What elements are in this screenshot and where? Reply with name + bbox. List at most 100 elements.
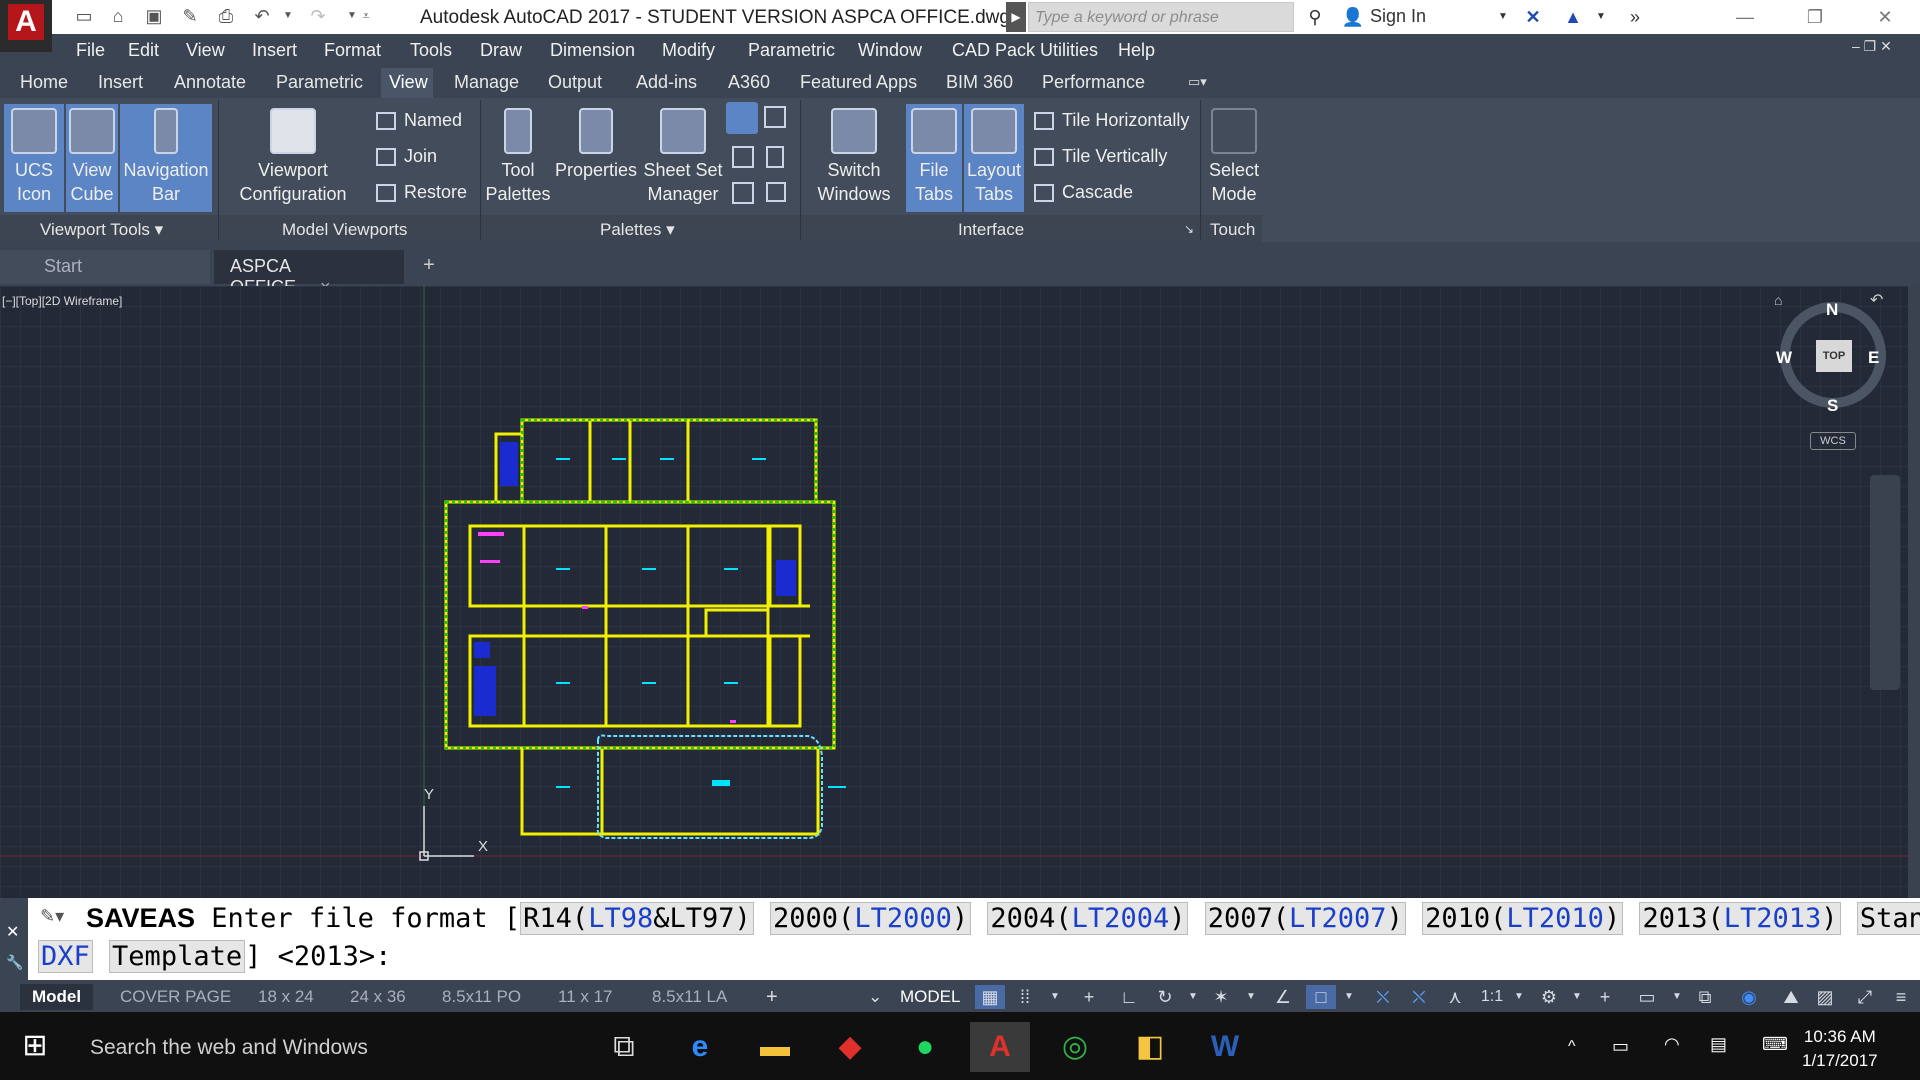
properties-button[interactable]: Properties (554, 104, 638, 212)
add-layout-icon[interactable]: + (754, 984, 790, 1010)
cascade-button[interactable]: Cascade (1034, 178, 1133, 206)
model-space-toggle[interactable]: MODEL (896, 984, 964, 1010)
workspace-gear-icon[interactable]: ⚙ (1534, 985, 1564, 1009)
vertical-scrollbar[interactable] (1908, 286, 1920, 898)
menu-dimension[interactable]: Dimension (550, 40, 635, 61)
file-tab-aspca-office[interactable]: ASPCA OFFICE× (214, 250, 404, 297)
viewcube-top-face[interactable]: TOP (1816, 340, 1852, 372)
user-icon[interactable]: 👤 (1340, 5, 1366, 29)
menu-help[interactable]: Help (1118, 40, 1155, 61)
layout-tab-24x36[interactable]: 24 x 36 (338, 984, 418, 1010)
binoculars-icon[interactable]: ⚲ (1302, 5, 1328, 29)
compass-north[interactable]: N (1826, 300, 1838, 320)
isodraft-icon[interactable]: ✶ (1206, 985, 1236, 1009)
application-menu-button[interactable]: A (0, 0, 52, 52)
menu-parametric[interactable]: Parametric (748, 40, 835, 61)
battery-icon[interactable]: ▭ (1612, 1036, 1629, 1057)
task-view-icon[interactable]: ⧉ (594, 1022, 654, 1072)
customize-command-line-icon[interactable]: 🔧 (6, 954, 23, 971)
auto-scale-icon[interactable]: ⛌ (1404, 985, 1434, 1009)
navigation-bar[interactable] (1870, 475, 1900, 690)
isolate-objects-icon[interactable]: ◉ (1734, 985, 1764, 1009)
tab-output[interactable]: Output (548, 72, 602, 93)
tab-add-ins[interactable]: Add-ins (636, 72, 697, 93)
a360-dropdown-icon[interactable]: ▼ (1588, 5, 1614, 29)
spotify-icon[interactable]: ● (895, 1022, 955, 1072)
action-center-icon[interactable]: ▤ (1710, 1034, 1727, 1055)
palette-small-button-4[interactable] (766, 146, 784, 168)
recent-commands-icon[interactable]: ✎▾ (40, 906, 64, 927)
command-option-2010[interactable]: 2010(LT2010) (1422, 902, 1624, 935)
graphics-performance-icon[interactable]: ⛰ (1776, 985, 1806, 1009)
grid-icon[interactable]: ▦ (975, 985, 1005, 1009)
tab-home[interactable]: Home (20, 72, 68, 93)
windows-start-icon[interactable]: ⊞ (0, 1012, 70, 1080)
annotation-scale-icon[interactable]: ⋏ (1440, 985, 1470, 1009)
palette-small-button-1[interactable] (726, 102, 758, 134)
a360-icon[interactable]: ▲ (1560, 5, 1586, 29)
tile-vertically-button[interactable]: Tile Vertically (1034, 142, 1167, 170)
menu-insert[interactable]: Insert (252, 40, 297, 61)
tab-featured-apps[interactable]: Featured Apps (800, 72, 917, 93)
undo-dropdown-icon[interactable]: ▼ (276, 4, 300, 28)
clean-screen-icon[interactable]: ▨ (1810, 985, 1840, 1009)
plot-icon[interactable]: ⎙ (214, 4, 238, 28)
save-as-icon[interactable]: ✎ (178, 4, 202, 28)
isodraft-dropdown-icon[interactable]: ▼ (1236, 985, 1266, 1009)
layout-tab-model[interactable]: Model (20, 984, 94, 1010)
redo-icon[interactable]: ↷ (306, 4, 330, 28)
tab-view[interactable]: View (389, 72, 428, 93)
restore-viewports-button[interactable]: Restore (376, 178, 467, 206)
compass-west[interactable]: W (1776, 348, 1792, 368)
command-option-2000[interactable]: 2000(LT2000) (770, 902, 972, 935)
help-search-input[interactable]: Type a keyword or phrase (1028, 2, 1294, 32)
close-icon[interactable]: ✕ (1850, 0, 1920, 34)
viewport-configuration-button[interactable]: Viewport Configuration (230, 104, 356, 212)
edge-browser-icon[interactable]: e (670, 1022, 730, 1072)
menu-draw[interactable]: Draw (480, 40, 522, 61)
taskbar-search-box[interactable]: Search the web and Windows (70, 1012, 590, 1080)
annotation-visibility-icon[interactable]: ⛌ (1368, 985, 1398, 1009)
panel-launcher-icon[interactable]: ↘ (1184, 222, 1194, 236)
command-option-2013[interactable]: 2013(LT2013) (1639, 902, 1841, 935)
navigation-bar-button[interactable]: Navigation Bar (120, 104, 212, 212)
rotate-view-icon[interactable]: ↶ (1870, 290, 1883, 310)
palette-small-button-6[interactable] (766, 182, 786, 202)
word-icon[interactable]: W (1195, 1022, 1255, 1072)
tab-bim-360[interactable]: BIM 360 (946, 72, 1013, 93)
menu-tools[interactable]: Tools (410, 40, 452, 61)
command-option-r14[interactable]: R14(LT98&LT97) (520, 902, 754, 935)
maps-app-icon[interactable]: ◎ (1045, 1022, 1105, 1072)
tab-manage[interactable]: Manage (454, 72, 519, 93)
command-option-2007[interactable]: 2007(LT2007) (1204, 902, 1406, 935)
customization-menu-icon[interactable]: ≡ (1886, 985, 1916, 1009)
tab-annotate[interactable]: Annotate (174, 72, 246, 93)
undo-icon[interactable]: ↶ (250, 4, 274, 28)
home-view-icon[interactable]: ⌂ (1774, 292, 1782, 308)
menu-file[interactable]: File (76, 40, 105, 61)
help-overflow-icon[interactable]: » (1622, 5, 1648, 29)
layout-tab-cover-page[interactable]: COVER PAGE (108, 984, 243, 1010)
polar-dropdown-icon[interactable]: ▼ (1178, 985, 1208, 1009)
fullscreen-icon[interactable]: ⤢ (1850, 985, 1880, 1009)
command-option-standards[interactable]: Standards (1856, 902, 1920, 935)
file-tabs-button[interactable]: File Tabs (906, 104, 962, 212)
menu-view[interactable]: View (186, 40, 225, 61)
snap-icon[interactable]: ⁞⁞ (1010, 985, 1040, 1009)
menu-modify[interactable]: Modify (662, 40, 715, 61)
quick-properties-icon[interactable]: ⧉ (1690, 985, 1720, 1009)
layout-tab-11x17[interactable]: 11 x 17 (546, 984, 625, 1010)
command-option-template[interactable]: Template (109, 940, 246, 973)
layout-tab-8-5x11-po[interactable]: 8.5x11 PO (430, 984, 533, 1010)
close-command-line-icon[interactable]: ✕ (6, 922, 19, 942)
wcs-menu[interactable]: WCS (1810, 432, 1856, 450)
panel-title-palettes[interactable]: Palettes ▾ (600, 220, 675, 240)
new-tab-button[interactable]: + (416, 254, 442, 280)
customize-qat-icon[interactable]: ⩡ (354, 4, 378, 28)
snap-dropdown-icon[interactable]: ▼ (1040, 985, 1070, 1009)
document-window-controls-icon[interactable]: – ❐ ✕ (1852, 38, 1892, 55)
layout-tab-8-5x11-la[interactable]: 8.5x11 LA (640, 984, 739, 1010)
join-viewports-button[interactable]: Join (376, 142, 437, 170)
compass-east[interactable]: E (1868, 348, 1879, 368)
keyboard-icon[interactable]: ⌨ (1762, 1034, 1788, 1055)
